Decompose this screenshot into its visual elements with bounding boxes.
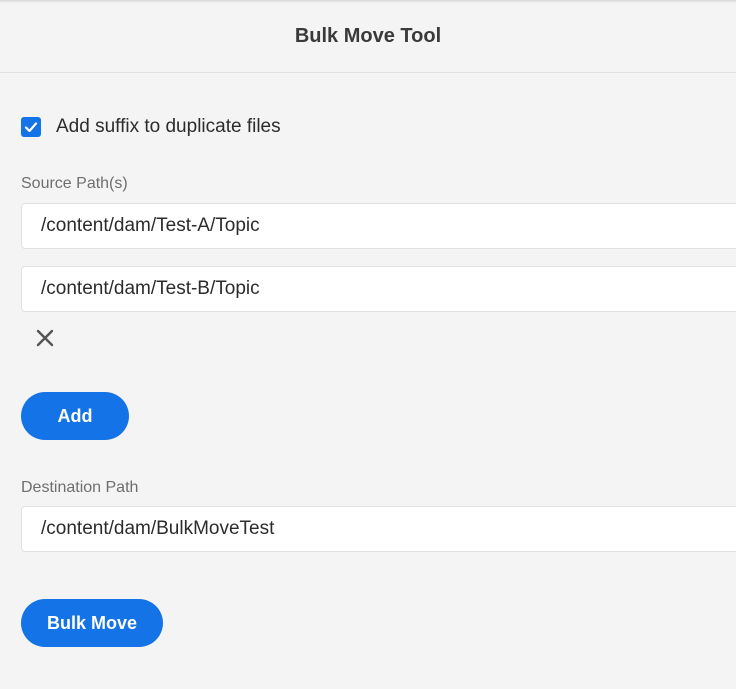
page-title: Bulk Move Tool [294,24,442,47]
bulk-move-button[interactable]: Bulk Move [21,599,163,647]
add-source-path-button[interactable]: Add [21,392,129,440]
dialog-header: Bulk Move Tool [0,0,736,73]
destination-path-label: Destination Path [21,479,139,496]
add-suffix-label: Add suffix to duplicate files [56,116,281,137]
destination-path-input[interactable] [21,506,736,552]
source-path-input-1[interactable] [21,203,736,249]
add-suffix-option[interactable]: Add suffix to duplicate files [21,116,281,138]
close-icon [36,329,54,347]
add-suffix-checkbox[interactable] [21,117,41,137]
checkmark-icon [24,122,38,133]
source-paths-label: Source Path(s) [21,175,128,192]
remove-source-path-button[interactable] [34,327,56,349]
source-path-input-2[interactable] [21,266,736,312]
